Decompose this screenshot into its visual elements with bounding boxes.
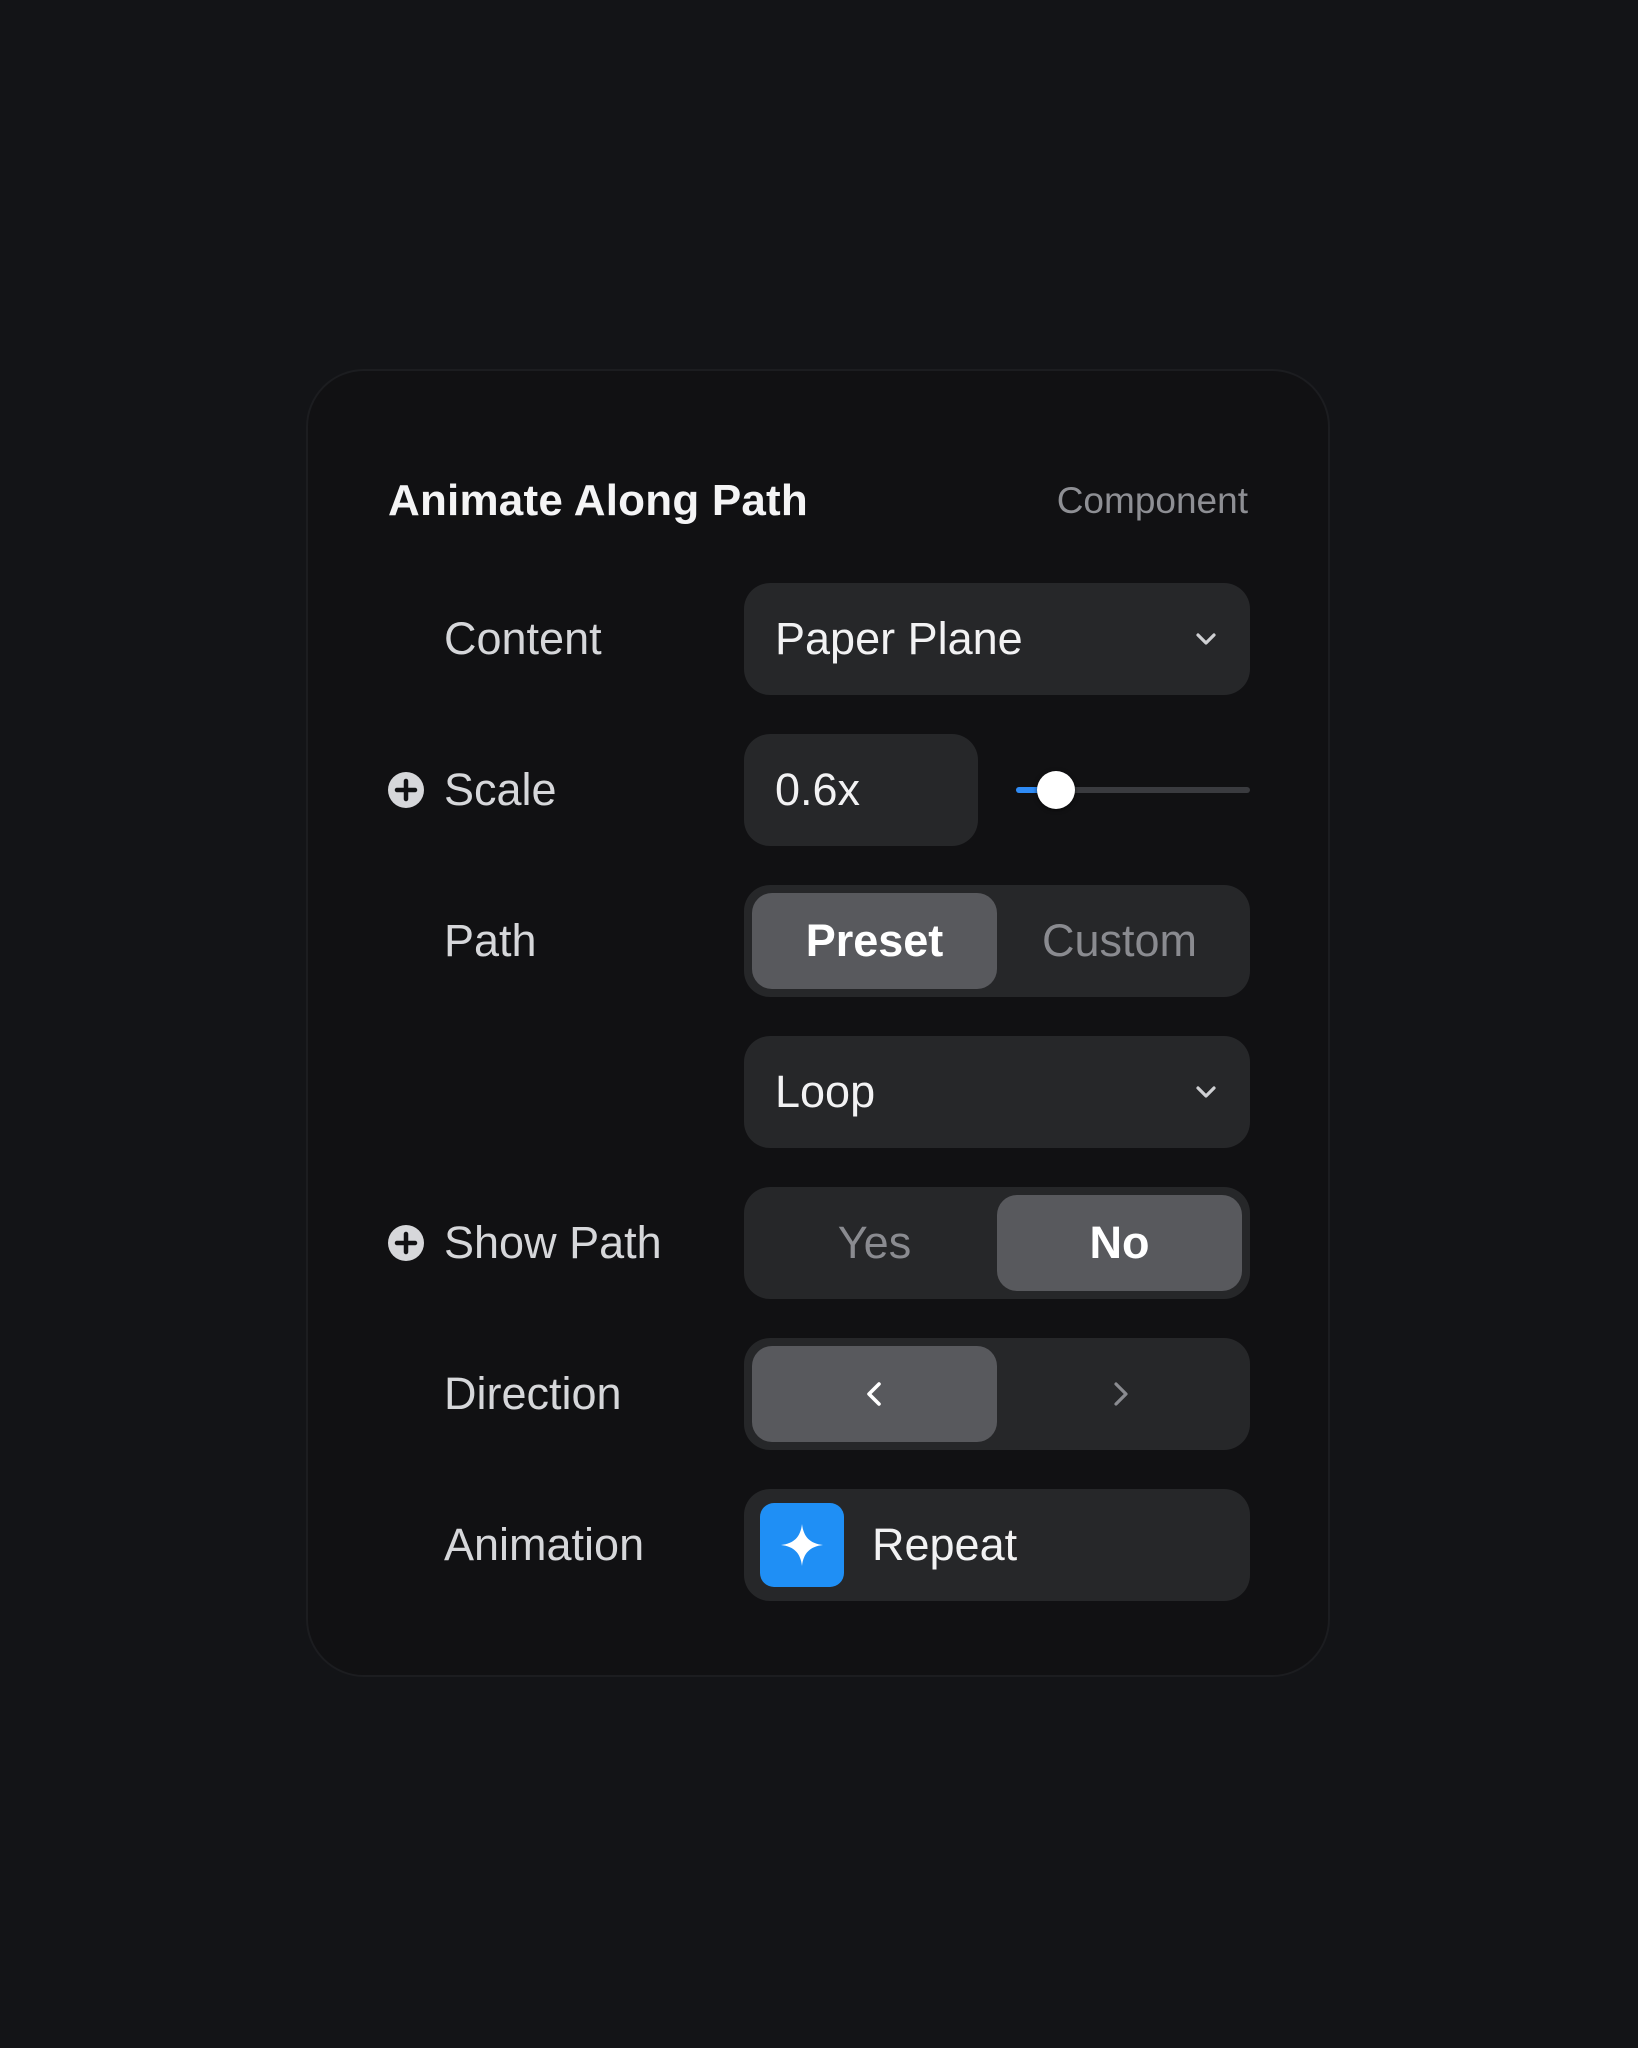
animation-row: Animation Repeat bbox=[308, 1489, 1328, 1601]
panel-header: Animate Along Path Component bbox=[388, 471, 1248, 531]
path-option-preset[interactable]: Preset bbox=[752, 893, 997, 989]
content-value: Paper Plane bbox=[775, 613, 1023, 664]
show-path-option-yes[interactable]: Yes bbox=[752, 1195, 997, 1291]
chevron-down-icon bbox=[1196, 1086, 1216, 1098]
content-dropdown[interactable]: Paper Plane bbox=[744, 583, 1250, 695]
content-row: Content Paper Plane bbox=[308, 583, 1328, 695]
show-path-label: Show Path bbox=[444, 1217, 662, 1268]
direction-segmented-control bbox=[744, 1338, 1250, 1450]
sparkle-icon bbox=[760, 1503, 844, 1587]
path-preset-value: Loop bbox=[775, 1066, 876, 1117]
direction-left-button[interactable] bbox=[752, 1346, 997, 1442]
scale-input[interactable]: 0.6x bbox=[744, 734, 978, 846]
path-option-custom[interactable]: Custom bbox=[997, 893, 1242, 989]
panel-title: Animate Along Path bbox=[388, 476, 808, 525]
show-path-row: Show Path Yes No bbox=[308, 1187, 1328, 1299]
path-preset-dropdown[interactable]: Loop bbox=[744, 1036, 1250, 1148]
path-preset-row: Loop bbox=[308, 1036, 1328, 1148]
show-path-option-no[interactable]: No bbox=[997, 1195, 1242, 1291]
scale-row: Scale 0.6x bbox=[308, 734, 1328, 846]
animation-label: Animation bbox=[444, 1519, 645, 1570]
slider-thumb[interactable] bbox=[1037, 771, 1075, 809]
scale-slider[interactable] bbox=[1016, 770, 1250, 810]
direction-right-button[interactable] bbox=[997, 1346, 1242, 1442]
show-path-segmented-control: Yes No bbox=[744, 1187, 1250, 1299]
sparkle-icon-glyph bbox=[781, 1524, 823, 1566]
panel-kind-label: Component bbox=[1056, 480, 1248, 521]
path-segmented-control: Preset Custom bbox=[744, 885, 1250, 997]
content-label: Content bbox=[444, 613, 602, 664]
chevron-right-icon bbox=[1113, 1382, 1128, 1406]
plus-circle-icon[interactable] bbox=[387, 771, 425, 809]
animation-value: Repeat bbox=[872, 1519, 1018, 1570]
scale-label: Scale bbox=[444, 764, 557, 815]
chevron-left-icon bbox=[866, 1382, 881, 1406]
path-label: Path bbox=[444, 915, 537, 966]
animate-along-path-panel: Animate Along Path Component Content Pap… bbox=[306, 369, 1330, 1677]
direction-row: Direction bbox=[308, 1338, 1328, 1450]
direction-label: Direction bbox=[444, 1368, 622, 1419]
animation-picker[interactable]: Repeat bbox=[744, 1489, 1250, 1601]
scale-value: 0.6x bbox=[775, 764, 861, 815]
chevron-down-icon bbox=[1196, 633, 1216, 645]
path-row: Path Preset Custom bbox=[308, 885, 1328, 997]
plus-circle-icon[interactable] bbox=[387, 1224, 425, 1262]
